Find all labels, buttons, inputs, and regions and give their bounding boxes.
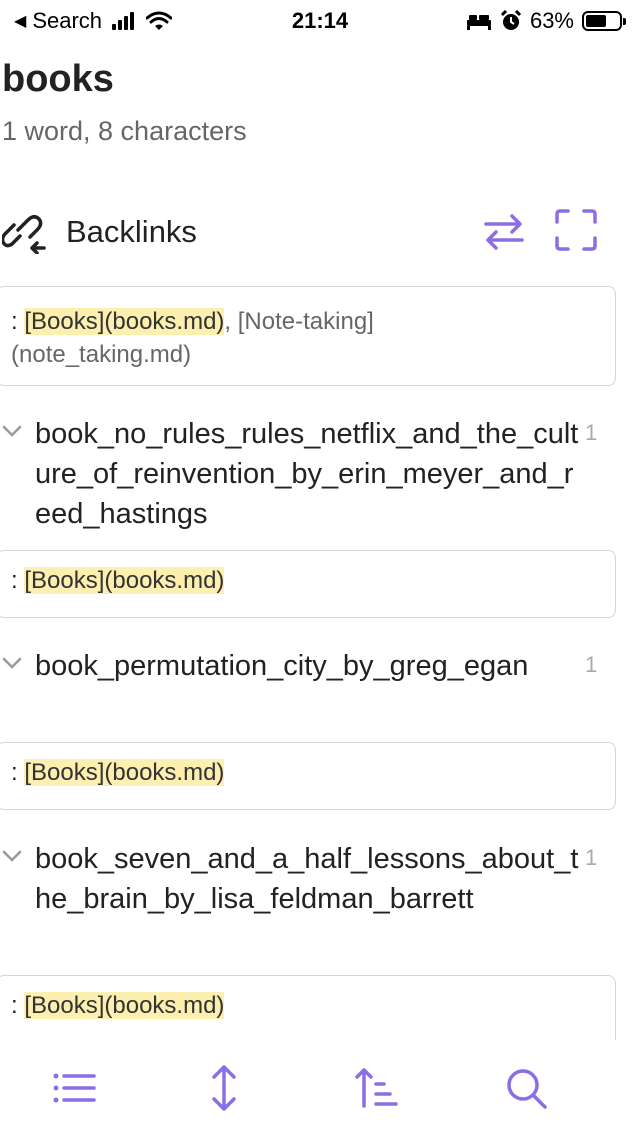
books-link[interactable]: [Books](books.md) [24, 759, 225, 786]
search-icon [507, 1069, 547, 1109]
list-icon [53, 1073, 96, 1103]
vertical-arrows-icon [212, 1065, 236, 1111]
alarm-icon [500, 10, 522, 30]
expand-icon[interactable] [554, 208, 598, 252]
battery-percent: 63% [529, 8, 574, 33]
bottom-toolbar [0, 1040, 640, 1136]
snippet-prefix: : [11, 308, 25, 335]
books-link[interactable]: [Books](books.md) [24, 567, 225, 594]
status-right: 63% [466, 8, 626, 34]
sort-icon [355, 1068, 398, 1108]
search-button[interactable] [502, 1064, 550, 1112]
backlink-icon [2, 215, 46, 254]
snippet-prefix: : [11, 992, 25, 1019]
backlink-note-title[interactable]: book_permutation_city_by_greg_egan [35, 646, 580, 686]
backlinks-title: Backlinks [66, 214, 197, 249]
bed-icon [466, 15, 491, 30]
status-bar: ◀ Search 21:14 63% [0, 0, 640, 44]
chevron-down-icon[interactable] [2, 849, 22, 863]
backlink-snippet-card[interactable]: : [Books](books.md) [0, 550, 616, 618]
books-link[interactable]: [Books](books.md) [24, 992, 225, 1019]
swap-icon[interactable] [482, 210, 526, 254]
list-button[interactable] [50, 1064, 98, 1112]
backlink-count: 1 [585, 845, 598, 870]
note-stats: 1 word, 8 characters [2, 116, 247, 146]
note-taking-link-target[interactable]: (note_taking.md) [11, 341, 191, 368]
chevron-down-icon[interactable] [2, 656, 22, 670]
battery-fill [586, 15, 607, 27]
scroll-button[interactable] [200, 1064, 248, 1112]
note-taking-link[interactable]: [Note-taking] [238, 308, 374, 335]
sort-button[interactable] [352, 1064, 400, 1112]
backlinks-header: Backlinks [0, 204, 640, 258]
battery-icon [582, 11, 626, 31]
backlink-count: 1 [585, 652, 598, 677]
backlink-intro-card[interactable]: : [Books](books.md), [Note-taking] (note… [0, 286, 616, 386]
backlink-count: 1 [585, 420, 598, 445]
backlink-note-title[interactable]: book_no_rules_rules_netflix_and_the_cult… [35, 414, 580, 534]
books-link[interactable]: [Books](books.md) [24, 308, 225, 335]
backlink-snippet-card[interactable]: : [Books](books.md) [0, 742, 616, 810]
snippet-prefix: : [11, 567, 25, 594]
backlink-note-title[interactable]: book_seven_and_a_half_lessons_about_the_… [35, 839, 580, 919]
note-title: books [2, 58, 114, 100]
snippet-separator: , [224, 308, 238, 335]
snippet-prefix: : [11, 759, 25, 786]
chevron-down-icon[interactable] [2, 424, 22, 438]
